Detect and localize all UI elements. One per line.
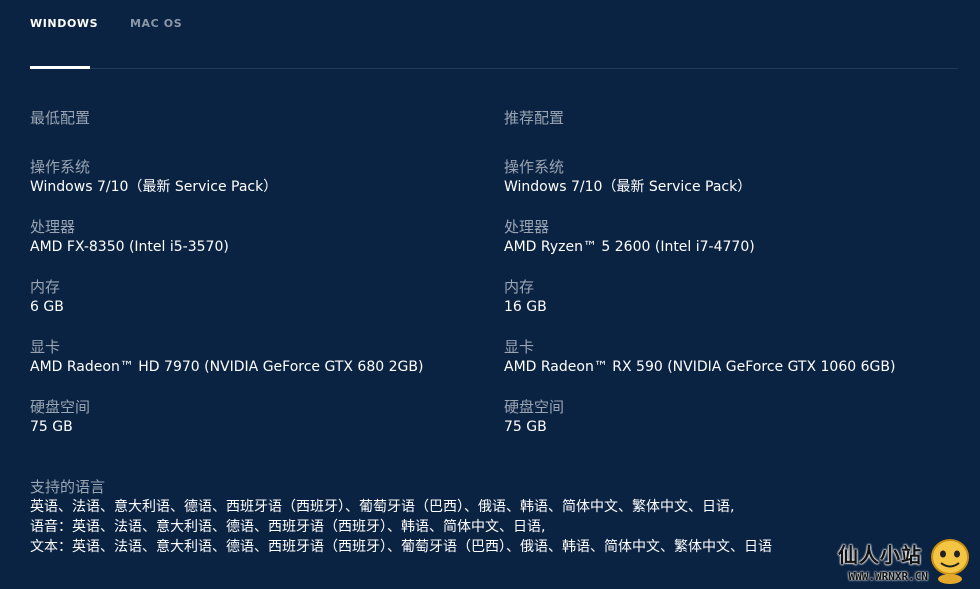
tab-mac-os[interactable]: MAC OS — [130, 17, 182, 30]
recommended-title: 推荐配置 — [504, 109, 565, 127]
languages-voice: 语音：英语、法语、意大利语、德语、西班牙语（西班牙）、韩语、简体中文、日语, — [30, 519, 546, 535]
spec-label: 显卡 — [504, 338, 535, 356]
spec-label: 内存 — [504, 278, 535, 296]
watermark-url: WWW.WRNXR.CN — [848, 570, 928, 583]
minimum-requirements: 最低配置 操作系统 Windows 7/10（最新 Service Pack） … — [30, 107, 470, 457]
languages-all: 英语、法语、意大利语、德语、西班牙语（西班牙）、葡萄牙语（巴西）、俄语、韩语、简… — [30, 499, 735, 515]
spec-label: 操作系统 — [30, 158, 91, 176]
spec-label: 操作系统 — [504, 158, 565, 176]
spec-os: 操作系统 Windows 7/10（最新 Service Pack） — [504, 157, 944, 217]
spec-value: AMD Radeon™ RX 590 (NVIDIA GeForce GTX 1… — [504, 359, 896, 375]
supported-languages: 支持的语言 英语、法语、意大利语、德语、西班牙语（西班牙）、葡萄牙语（巴西）、俄… — [30, 477, 930, 557]
spec-value: AMD FX-8350 (Intel i5-3570) — [30, 239, 229, 255]
recommended-requirements: 推荐配置 操作系统 Windows 7/10（最新 Service Pack） … — [504, 107, 944, 457]
spec-processor: 处理器 AMD Ryzen™ 5 2600 (Intel i7-4770) — [504, 217, 944, 277]
spec-label: 内存 — [30, 278, 61, 296]
languages-text: 文本：英语、法语、意大利语、德语、西班牙语（西班牙）、葡萄牙语（巴西）、俄语、韩… — [30, 539, 772, 555]
minimum-title: 最低配置 — [30, 109, 91, 127]
spec-label: 处理器 — [504, 218, 550, 236]
spec-label: 处理器 — [30, 218, 76, 236]
spec-value: 16 GB — [504, 299, 547, 315]
spec-label: 显卡 — [30, 338, 61, 356]
site-watermark: 仙人小站 WWW.WRNXR.CN — [822, 535, 972, 585]
active-tab-indicator — [30, 66, 90, 69]
spec-value: AMD Radeon™ HD 7970 (NVIDIA GeForce GTX … — [30, 359, 424, 375]
spec-storage: 硬盘空间 75 GB — [30, 397, 470, 457]
platform-tabs: WINDOWS MAC OS — [30, 0, 958, 69]
watermark-text: 仙人小站 — [838, 543, 922, 567]
spec-label: 硬盘空间 — [30, 398, 91, 416]
spec-value: 6 GB — [30, 299, 64, 315]
spec-memory: 内存 6 GB — [30, 277, 470, 337]
spec-value: Windows 7/10（最新 Service Pack） — [30, 179, 278, 195]
spec-value: 75 GB — [30, 419, 73, 435]
spec-os: 操作系统 Windows 7/10（最新 Service Pack） — [30, 157, 470, 217]
spec-graphics: 显卡 AMD Radeon™ HD 7970 (NVIDIA GeForce G… — [30, 337, 470, 397]
spec-value: 75 GB — [504, 419, 547, 435]
languages-label: 支持的语言 — [30, 478, 106, 496]
spec-graphics: 显卡 AMD Radeon™ RX 590 (NVIDIA GeForce GT… — [504, 337, 944, 397]
spec-value: AMD Ryzen™ 5 2600 (Intel i7-4770) — [504, 239, 755, 255]
spec-label: 硬盘空间 — [504, 398, 565, 416]
spec-memory: 内存 16 GB — [504, 277, 944, 337]
spec-value: Windows 7/10（最新 Service Pack） — [504, 179, 752, 195]
spec-processor: 处理器 AMD FX-8350 (Intel i5-3570) — [30, 217, 470, 277]
tab-windows[interactable]: WINDOWS — [30, 17, 98, 30]
watermark-mascot-icon — [931, 539, 969, 584]
spec-storage: 硬盘空间 75 GB — [504, 397, 944, 457]
